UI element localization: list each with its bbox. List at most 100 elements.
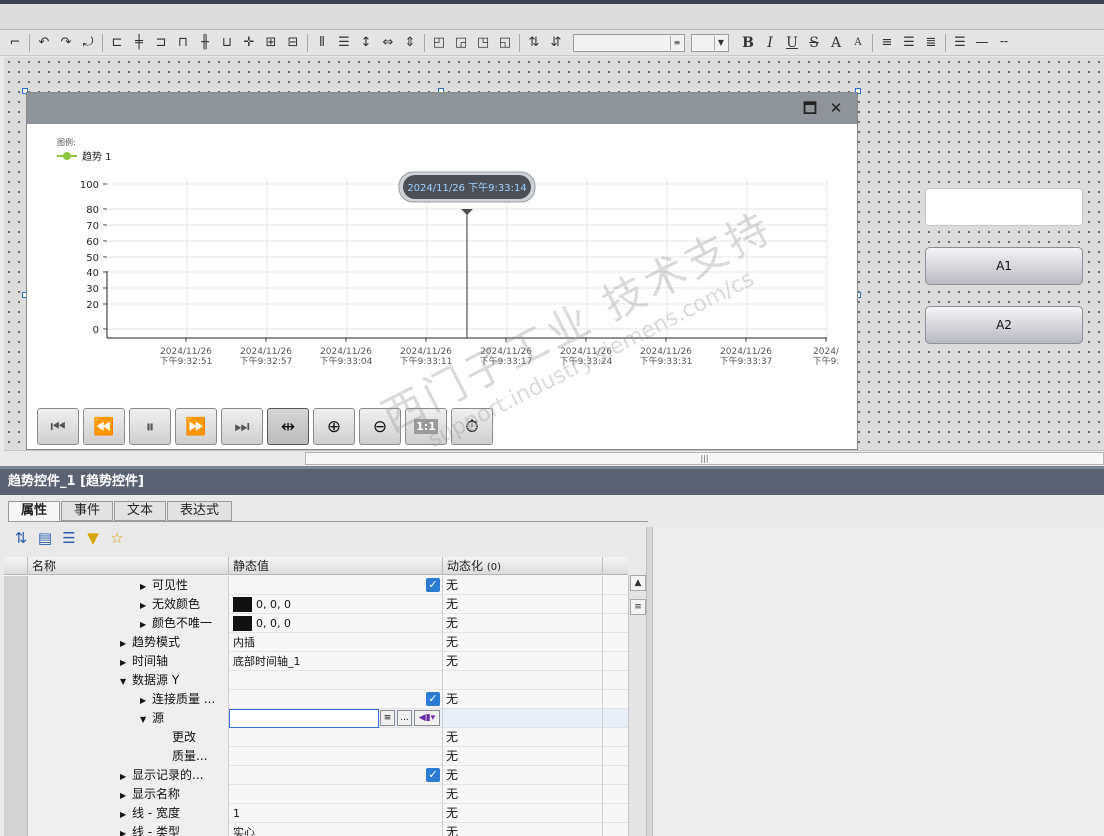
source-input[interactable]: [229, 709, 379, 728]
property-value-cell[interactable]: ≡... ◀▮▾: [229, 709, 443, 728]
filter-icon[interactable]: ▼: [84, 529, 102, 547]
property-value-cell[interactable]: 底部时间轴_1: [229, 652, 443, 671]
dynamization-cell[interactable]: 无: [443, 690, 603, 709]
strikethrough-button[interactable]: S: [803, 33, 825, 53]
last-button[interactable]: ⏭: [221, 408, 263, 445]
property-name-cell[interactable]: ▶ 颜色不唯一: [28, 614, 229, 633]
grid-vertical-scrollbar[interactable]: ▲ ≡: [628, 575, 646, 836]
collapsed-arrow-icon[interactable]: ▶: [120, 634, 132, 652]
tab-expressions[interactable]: 表达式: [167, 501, 233, 521]
property-name-cell[interactable]: ▼ 数据源 Y: [28, 671, 229, 690]
dynamization-cell[interactable]: 无: [443, 652, 603, 671]
align-right-icon[interactable]: ⊐: [150, 33, 172, 53]
property-value-cell[interactable]: [229, 785, 443, 804]
property-row[interactable]: ▶ 连接质量 ... ✓ 无: [4, 690, 628, 709]
property-row[interactable]: 更改 无: [4, 728, 628, 747]
dynamization-cell[interactable]: 无: [443, 804, 603, 823]
property-value-cell[interactable]: 1: [229, 804, 443, 823]
forward-one-icon[interactable]: ◳: [472, 33, 494, 53]
italic-button[interactable]: I: [759, 33, 781, 53]
dynamization-cell[interactable]: [443, 671, 603, 690]
first-button[interactable]: ⏮: [37, 408, 79, 445]
fast-forward-button[interactable]: ⏩: [175, 408, 217, 445]
checkbox-checked[interactable]: ✓: [426, 578, 440, 592]
dynamization-cell[interactable]: 无: [443, 766, 603, 785]
center-object-icon[interactable]: ⊞: [260, 33, 282, 53]
rotate-left-icon[interactable]: ↶: [33, 33, 55, 53]
column-static-header[interactable]: 静态值: [229, 557, 443, 575]
collapsed-arrow-icon[interactable]: ▶: [120, 786, 132, 804]
line-style-icon[interactable]: —: [971, 33, 993, 53]
property-row[interactable]: ▶ 无效颜色 0, 0, 0 无: [4, 595, 628, 614]
property-row[interactable]: ▶ 显示记录的... ✓ 无: [4, 766, 628, 785]
collapsed-arrow-icon[interactable]: ▶: [120, 767, 132, 785]
collapsed-arrow-icon[interactable]: ▶: [140, 615, 152, 633]
property-value-cell[interactable]: ✓: [229, 576, 443, 595]
trend-plot[interactable]: 100807060504030200 2024/11/26下午9:32:5120…: [27, 124, 859, 374]
trend-control[interactable]: 🗖 ✕ 图例: 趋势 1 100 80 70 60 50 40 30 20 0 2024/11/…: [26, 92, 858, 450]
ruler-button[interactable]: ⇹: [267, 408, 309, 445]
center-vertical-icon[interactable]: ⊟: [282, 33, 304, 53]
font-size-field[interactable]: ▼: [691, 33, 729, 52]
dynamization-cell[interactable]: 无: [443, 785, 603, 804]
zoom-out-button[interactable]: ⊖: [359, 408, 401, 445]
property-name-cell[interactable]: ▶ 显示记录的...: [28, 766, 229, 785]
same-height-icon[interactable]: ↕: [355, 33, 377, 53]
list-view-icon[interactable]: ☰: [60, 529, 78, 547]
column-name-header[interactable]: 名称: [28, 557, 229, 575]
rotate-right-icon[interactable]: ↷: [55, 33, 77, 53]
pane-splitter[interactable]: [646, 527, 653, 836]
grow-font-button[interactable]: A: [825, 33, 847, 53]
flip-icon[interactable]: ⤾: [77, 33, 99, 53]
dynamization-cell[interactable]: [443, 709, 603, 728]
tab-properties[interactable]: 属性: [8, 501, 61, 522]
collapsed-arrow-icon[interactable]: ▶: [120, 805, 132, 823]
rewind-button[interactable]: ⏪: [83, 408, 125, 445]
bold-button[interactable]: B: [737, 33, 759, 53]
dash-style-icon[interactable]: ╌: [993, 33, 1015, 53]
close-icon[interactable]: ✕: [827, 99, 845, 117]
property-name-cell[interactable]: ▶ 连接质量 ...: [28, 690, 229, 709]
canvas-horizontal-scrollbar[interactable]: |||: [4, 450, 1104, 466]
chevron-down-icon[interactable]: ▼: [714, 35, 727, 50]
backward-one-icon[interactable]: ◱: [494, 33, 516, 53]
dynamization-cell[interactable]: 无: [443, 823, 603, 836]
collapsed-arrow-icon[interactable]: ▶: [140, 577, 152, 595]
property-value-cell[interactable]: [229, 728, 443, 747]
expanded-arrow-icon[interactable]: ▼: [140, 710, 152, 728]
collapsed-arrow-icon[interactable]: ▶: [140, 691, 152, 709]
expanded-arrow-icon[interactable]: ▼: [120, 672, 132, 690]
a2-button[interactable]: A2: [925, 306, 1083, 344]
tag-list-icon[interactable]: ≡: [380, 710, 395, 726]
sort-asc-icon[interactable]: ⇅: [523, 33, 545, 53]
property-name-cell[interactable]: ▶ 可见性: [28, 576, 229, 595]
property-value-cell[interactable]: 内插: [229, 633, 443, 652]
io-field[interactable]: [925, 188, 1083, 226]
collapsed-arrow-icon[interactable]: ▶: [140, 596, 152, 614]
property-value-cell[interactable]: ✓: [229, 690, 443, 709]
font-name-field[interactable]: ≡: [573, 33, 685, 52]
property-row[interactable]: ▶ 趋势模式 内插无: [4, 633, 628, 652]
align-center-icon[interactable]: ╪: [128, 33, 150, 53]
same-width-icon[interactable]: ⇔: [377, 33, 399, 53]
line-width-icon[interactable]: ☰: [949, 33, 971, 53]
property-name-cell[interactable]: ▼ 源: [28, 709, 229, 728]
align-bottom-icon[interactable]: ⊔: [216, 33, 238, 53]
shrink-font-button[interactable]: A: [847, 33, 869, 53]
color-swatch[interactable]: [233, 596, 252, 612]
dynamization-cell[interactable]: 无: [443, 614, 603, 633]
stopwatch-button[interactable]: ⏱: [451, 408, 493, 445]
scrollbar-thumb[interactable]: |||: [305, 452, 1104, 465]
property-name-cell[interactable]: ▶ 无效颜色: [28, 595, 229, 614]
property-name-cell[interactable]: 质量...: [28, 747, 229, 766]
property-name-cell[interactable]: 更改: [28, 728, 229, 747]
property-row[interactable]: ▶ 线 - 宽度 1 无: [4, 804, 628, 823]
tab-texts[interactable]: 文本: [114, 501, 167, 521]
scroll-thumb-icon[interactable]: ≡: [630, 599, 646, 615]
property-name-cell[interactable]: ▶ 显示名称: [28, 785, 229, 804]
color-swatch[interactable]: [233, 615, 252, 631]
same-size-icon[interactable]: ⇕: [399, 33, 421, 53]
property-name-cell[interactable]: ▶ 线 - 类型: [28, 823, 229, 836]
collapsed-arrow-icon[interactable]: ▶: [120, 653, 132, 671]
pause-button[interactable]: ⏸: [129, 408, 171, 445]
